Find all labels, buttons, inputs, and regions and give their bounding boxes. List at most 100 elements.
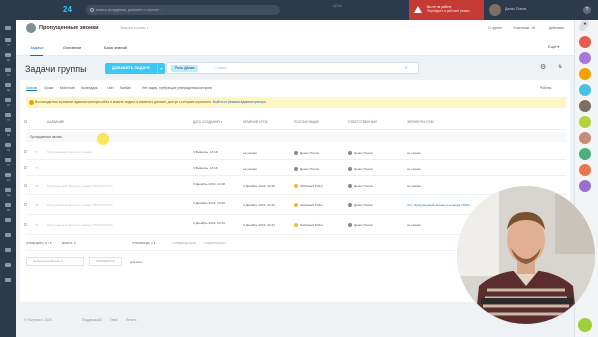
contact-avatar[interactable]: [579, 36, 591, 48]
column-header[interactable]: КРАЙНИЙ СРОК: [243, 120, 268, 124]
task-responsible[interactable]: Денис Попов: [348, 223, 373, 228]
star-icon[interactable]: ☆: [83, 66, 88, 73]
tab-knowledge-base[interactable]: База знаний: [104, 45, 127, 50]
gear-icon[interactable]: ⚙: [540, 63, 546, 71]
task-title[interactable]: Пропущенный звонок с номера: [47, 150, 92, 154]
exit-admin-link[interactable]: Выйти из режима администратора: [213, 100, 266, 104]
help-icon[interactable]: ?: [583, 6, 591, 14]
task-title[interactable]: Пропущенный звонок с номера 79XXXXXXXX: [47, 203, 113, 207]
chat-icon[interactable]: [5, 53, 11, 57]
view-tab-my-plan[interactable]: Мой план: [60, 86, 75, 90]
more-menu[interactable]: Ещё ▾: [548, 44, 559, 49]
tasks-icon[interactable]: [5, 83, 11, 87]
shop-icon[interactable]: [5, 173, 11, 177]
support-link[interactable]: Поддержка24: [82, 318, 102, 322]
task-author[interactable]: Любимый Робот: [294, 184, 323, 189]
contact-avatar[interactable]: [579, 180, 591, 192]
task-title[interactable]: Пропущенный звонок с номера 79XXXXXXXX: [47, 184, 113, 188]
filter-search-input[interactable]: Роль: Делаю + поиск ⌕: [166, 62, 419, 74]
global-search-input[interactable]: искать сотрудника, документ, и прочее...: [86, 5, 280, 15]
row-checkbox[interactable]: [24, 223, 27, 226]
group-avatar[interactable]: [26, 23, 36, 33]
view-tab-kanban[interactable]: Канбан: [120, 86, 131, 90]
task-author[interactable]: Любимый Робот: [294, 223, 323, 228]
contact-avatar[interactable]: [579, 100, 591, 112]
row-checkbox[interactable]: [24, 150, 27, 153]
more-icon[interactable]: [5, 218, 11, 222]
tab-general[interactable]: Основное: [63, 45, 81, 50]
apps-icon[interactable]: [5, 233, 11, 237]
column-header[interactable]: ОТВЕТСТВЕННЫЙ: [348, 120, 377, 124]
row-checkbox[interactable]: [24, 203, 27, 206]
user-avatar[interactable]: [489, 4, 501, 16]
marketplace-icon[interactable]: [5, 248, 11, 252]
apply-button[interactable]: ПРИМЕНИТЬ: [89, 257, 122, 266]
contact-avatar[interactable]: [579, 164, 591, 176]
task-deadline[interactable]: 3 Декабрь 2019, 22:33: [243, 223, 275, 227]
crm-icon[interactable]: [5, 143, 11, 147]
task-deadline[interactable]: 3 Декабрь 2019, 22:40: [243, 203, 275, 207]
work-status-alert[interactable]: Вы не на работе Перейдите в рабочий режи…: [409, 0, 484, 20]
prev-page-link[interactable]: < ПРЕДЫДУЩАЯ: [171, 241, 196, 245]
invite-icon[interactable]: [5, 278, 11, 282]
page-size-select[interactable]: СТРАНИЦЫ: 1 ▾: [132, 241, 155, 245]
task-author[interactable]: Любимый Робот: [294, 203, 323, 208]
sites-icon[interactable]: [5, 158, 11, 162]
clock[interactable]: 12:34: [333, 4, 342, 8]
actions-link[interactable]: Действия: [549, 26, 564, 30]
for-all-checkbox[interactable]: для всех: [130, 260, 143, 264]
members-link[interactable]: Участники: 18: [513, 26, 535, 30]
contact-avatar[interactable]: [579, 52, 591, 64]
task-author[interactable]: Денис Попов: [294, 151, 319, 156]
column-header[interactable]: НАЗВАНИЕ: [47, 120, 64, 124]
view-tab-deadlines[interactable]: Сроки: [44, 86, 53, 90]
total-count[interactable]: ВСЕГО: 5: [62, 241, 76, 245]
telephony-icon[interactable]: [5, 263, 11, 267]
pin-icon[interactable]: ⇅: [558, 64, 562, 70]
search-icon[interactable]: ⌕: [405, 65, 408, 71]
about-group-link[interactable]: О группе: [488, 26, 502, 30]
favorite-icon[interactable]: [579, 24, 586, 31]
task-deadline[interactable]: не указан: [243, 151, 257, 155]
view-tab-list[interactable]: Список: [26, 86, 37, 90]
select-all-checkbox[interactable]: [24, 120, 27, 123]
task-title[interactable]: ...: [47, 166, 50, 170]
column-header[interactable]: ПОСТАНОВЩИК: [294, 120, 319, 124]
robots-button[interactable]: Роботы: [540, 86, 551, 90]
group-name[interactable]: Пропущенные звонки: [39, 25, 99, 31]
row-checkbox[interactable]: [24, 184, 27, 187]
view-tab-gantt[interactable]: Гант: [107, 86, 114, 90]
task-responsible[interactable]: Денис Попов: [348, 151, 373, 156]
disk-icon[interactable]: [5, 68, 11, 72]
group-requests[interactable]: Запросы в группу ▾: [120, 26, 148, 30]
task-author[interactable]: Денис Попов: [294, 167, 319, 172]
groups-icon[interactable]: [5, 113, 11, 117]
contacts-icon[interactable]: [5, 128, 11, 132]
task-responsible[interactable]: Денис Попов: [348, 184, 373, 189]
column-header[interactable]: ДАТА СОЗДАНИЯ ▾: [193, 120, 222, 124]
column-header[interactable]: ЭЛЕМЕНТЫ CRM: [407, 120, 433, 124]
approval-counter[interactable]: Нет задач, требующих утверждения/контрол…: [142, 86, 212, 90]
add-task-button[interactable]: ДОБАВИТЬ ЗАДАЧУ: [105, 63, 157, 74]
theme-link[interactable]: Тема: [110, 318, 118, 322]
contact-avatar[interactable]: [579, 116, 591, 128]
contact-avatar[interactable]: [579, 148, 591, 160]
menu-icon[interactable]: [5, 26, 11, 30]
task-responsible[interactable]: Денис Попов: [348, 203, 373, 208]
add-task-dropdown[interactable]: ▾: [157, 63, 165, 74]
feed-icon[interactable]: [5, 38, 11, 42]
view-tab-calendar[interactable]: Календарь: [81, 86, 98, 90]
settings-icon[interactable]: [5, 203, 11, 207]
task-deadline[interactable]: не указан: [243, 167, 257, 171]
print-link[interactable]: Печать: [126, 318, 136, 322]
task-title[interactable]: Пропущенный звонок с номера 79XXXXXXXX: [47, 223, 113, 227]
tab-tasks[interactable]: Задачи: [30, 45, 44, 56]
filter-chip[interactable]: Роль: Делаю: [171, 65, 199, 72]
contact-avatar[interactable]: [579, 68, 591, 80]
calendar-icon[interactable]: [5, 98, 11, 102]
open-channels-icon[interactable]: [578, 318, 592, 332]
contact-avatar[interactable]: [579, 132, 591, 144]
row-checkbox[interactable]: [24, 166, 27, 169]
group-action-select[interactable]: выберите действие ▾: [26, 257, 84, 266]
bitrix24-logo[interactable]: 24: [63, 5, 72, 14]
